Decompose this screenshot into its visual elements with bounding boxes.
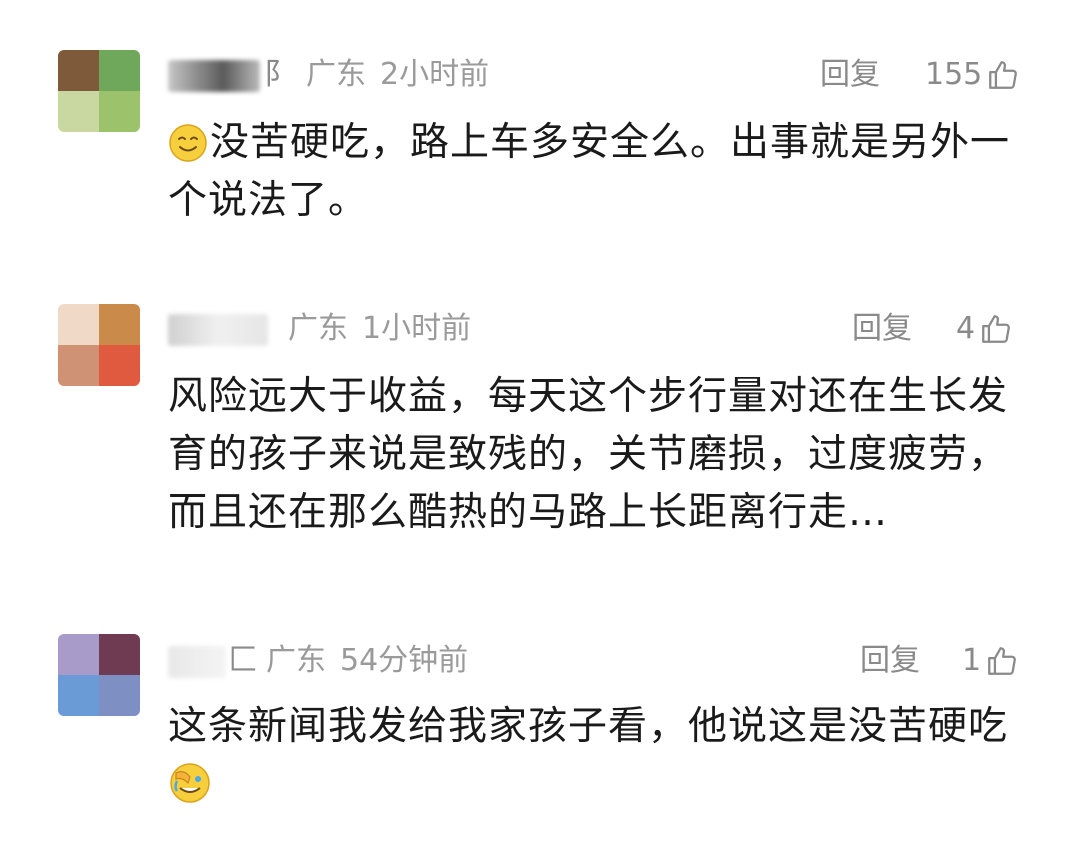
like-button[interactable]: 155 [925,58,1020,92]
comment-text: 风险远大于收益，每天这个步行量对还在生长发育的孩子来说是致残的，关节磨损，过度疲… [168,368,1018,542]
comment-text: 这条新闻我发给我家孩子看，他说这是没苦硬吃 [168,698,1018,814]
thumbs-up-icon [988,647,1016,675]
facepalm-cry-emoji [170,763,210,803]
comment-body: 这条新闻我发给我家孩子看，他说这是没苦硬吃 [168,704,1009,749]
like-count: 155 [925,57,983,92]
smile-emoji [169,124,207,162]
username-tail: 匚 [228,643,258,678]
avatar[interactable] [58,634,140,716]
reply-button[interactable]: 回复 [820,58,880,92]
avatar[interactable] [58,304,140,386]
timestamp: 54分钟前 [340,643,469,678]
thumbs-up-icon [982,315,1010,343]
comment-body: 风险远大于收益，每天这个步行量对还在生长发育的孩子来说是致残的，关节磨损，过度疲… [168,374,1009,535]
reply-button[interactable]: 回复 [860,644,920,678]
comment-meta: 广东 1小时前 [288,312,485,346]
location: 广东 [266,643,326,678]
thumbs-up-icon [989,61,1018,89]
comment-body: 没苦硬吃，路上车多安全么。出事就是另外一个说法了。 [168,120,1011,223]
avatar[interactable] [58,50,140,132]
like-count: 1 [962,643,982,678]
username-blurred[interactable] [168,646,226,678]
location: 广东 [288,311,348,346]
timestamp: 2小时前 [380,57,490,92]
username-tail: 阝 [264,57,294,92]
comment-meta: 广东 54分钟前 [266,644,482,678]
timestamp: 1小时前 [362,311,472,346]
username-blurred[interactable] [168,60,260,92]
like-button[interactable]: 4 [956,312,1013,346]
location: 广东 [306,57,366,92]
reply-button[interactable]: 回复 [852,312,912,346]
like-button[interactable]: 1 [962,644,1019,678]
username-blurred[interactable] [168,314,268,346]
comment-meta: 广东 2小时前 [306,58,503,92]
like-count: 4 [956,311,976,346]
comment-text: 没苦硬吃，路上车多安全么。出事就是另外一个说法了。 [168,114,1018,230]
